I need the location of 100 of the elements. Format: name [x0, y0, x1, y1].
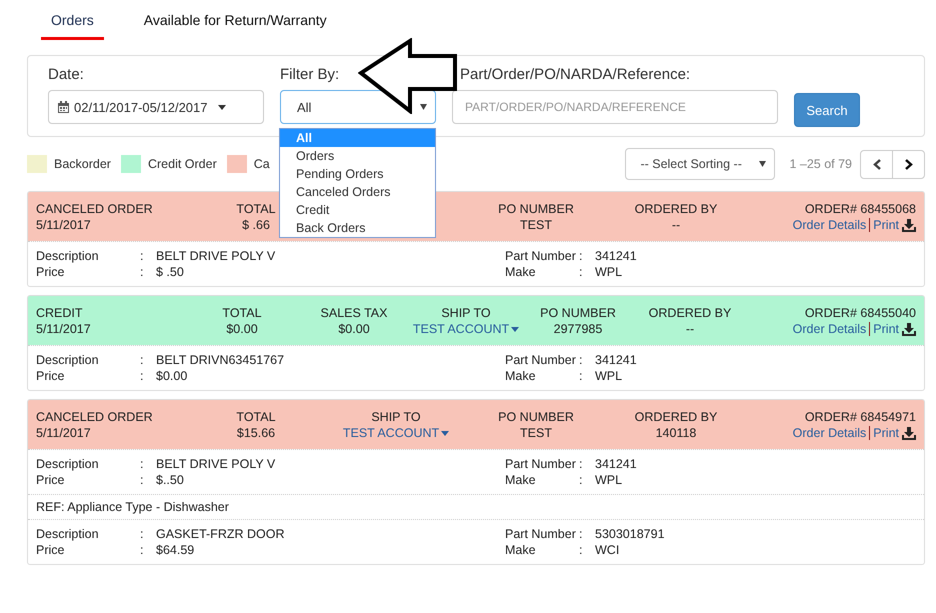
field-separator: : [579, 352, 584, 368]
field-separator: : [140, 542, 144, 558]
reference-input[interactable]: PART/ORDER/PO/NARDA/REFERENCE [452, 90, 778, 124]
order-status: CREDIT [36, 305, 84, 321]
field-separator: : [579, 248, 584, 264]
field-value: $0.00 [156, 368, 188, 384]
field-separator: : [579, 368, 584, 384]
column-label: TOTAL [222, 305, 262, 321]
chevron-left-icon [872, 158, 880, 170]
tab[interactable]: Available for Return/Warranty [134, 12, 337, 40]
order-date: 5/11/2017 [36, 425, 92, 441]
order-details-link[interactable]: Order Details [792, 425, 866, 441]
column-label: TOTAL [236, 201, 276, 217]
print-link[interactable]: Print [873, 217, 899, 233]
field-value: BELT DRIVN63451767 [156, 352, 286, 368]
order-details-link[interactable]: Order Details [792, 217, 866, 233]
field-separator: : [579, 264, 584, 280]
field-label: Part Number [505, 248, 577, 264]
field-label: Description [36, 248, 100, 264]
column-label: SALES TAX [320, 305, 388, 321]
column-value: 140118 [656, 425, 696, 441]
field-value: WPL [595, 264, 624, 280]
field-label: Description [36, 456, 100, 472]
column-label: SHIP TO [371, 409, 421, 425]
ship-to-link[interactable]: TEST ACCOUNT [342, 425, 450, 441]
column-value: -- [686, 321, 694, 337]
column-value: TEST [520, 425, 552, 441]
caret-icon [218, 104, 226, 110]
caret-icon [420, 104, 427, 110]
column-label: ORDERED BY [648, 305, 732, 321]
field-label: Make [505, 542, 537, 558]
chevron-right-icon [904, 158, 912, 170]
field-value: $ .50 [156, 264, 185, 280]
field-label: Part Number [505, 526, 577, 542]
order-date: 5/11/2017 [36, 321, 92, 337]
order-number: ORDER# 68455040 [804, 305, 916, 321]
date-range-picker[interactable]: 02/11/2017-05/12/2017 [48, 90, 264, 124]
next-button[interactable] [892, 150, 925, 178]
field-label: Make [505, 368, 537, 384]
previous-button[interactable] [860, 150, 893, 178]
field-separator: : [140, 352, 144, 368]
field-value: WPL [595, 472, 624, 488]
field-label: Make [505, 472, 537, 488]
column-label: SHIP TO [441, 305, 491, 321]
order-details-link[interactable]: Order Details [792, 321, 866, 337]
field-label: Price [36, 264, 66, 280]
field-separator: : [579, 472, 584, 488]
column-value: $ .66 [242, 217, 270, 233]
field-value: $..50 [156, 472, 185, 488]
download-icon[interactable] [902, 218, 916, 232]
field-separator: : [579, 526, 584, 542]
sorting-select[interactable]: -- Select Sorting -- [625, 148, 776, 180]
reference-note: REF: Appliance Type - Dishwasher [28, 494, 924, 519]
caret-icon [759, 161, 766, 167]
field-label: Make [505, 264, 537, 280]
field-value: 5303018791 [595, 526, 666, 542]
print-link[interactable]: Print [873, 321, 899, 337]
field-value: 341241 [595, 456, 638, 472]
field-value: WPL [595, 368, 624, 384]
order-status: CANCELED ORDER [36, 409, 154, 425]
column-label: PO NUMBER [540, 305, 616, 321]
column-label: TOTAL [236, 409, 276, 425]
field-label: Price [36, 542, 66, 558]
download-icon[interactable] [902, 322, 916, 336]
column-value: $0.00 [338, 321, 370, 337]
filter-select[interactable]: All [280, 90, 436, 124]
filter-label: Filter By: [280, 66, 340, 83]
order-number: ORDER# 68455068 [804, 201, 916, 217]
field-value: 341241 [595, 352, 638, 368]
field-label: Description [36, 352, 100, 368]
field-value: GASKET-FRZR DOOR [156, 526, 286, 542]
field-separator: : [140, 526, 144, 542]
column-label: PO NUMBER [498, 201, 574, 217]
field-separator: : [140, 472, 144, 488]
column-value: 2977985 [554, 321, 602, 337]
field-value: BELT DRIVE POLY V [156, 248, 276, 264]
order-date: 5/11/2017 [36, 217, 92, 233]
field-label: Price [36, 368, 66, 384]
field-separator: : [140, 264, 144, 280]
field-label: Description [36, 526, 100, 542]
field-value: 341241 [595, 248, 638, 264]
field-label: Part Number [505, 456, 577, 472]
caret-icon [441, 430, 450, 436]
legend-label: Credit Order [148, 157, 217, 171]
print-link[interactable]: Print [873, 425, 899, 441]
field-value: BELT DRIVE POLY V [156, 456, 276, 472]
field-value: $64.59 [156, 542, 196, 558]
column-value: $0.00 [226, 321, 258, 337]
date-label: Date: [48, 66, 85, 83]
column-label: ORDERED BY [634, 201, 718, 217]
tab[interactable]: Orders [41, 12, 104, 40]
column-value: $15.66 [236, 425, 276, 441]
field-separator: : [140, 368, 144, 384]
field-separator: : [140, 456, 144, 472]
field-label: Price [36, 472, 66, 488]
field-separator: : [140, 248, 144, 264]
field-label: Part Number [505, 352, 577, 368]
download-icon[interactable] [902, 426, 916, 440]
ship-to-link[interactable]: TEST ACCOUNT [412, 321, 520, 337]
search-button[interactable]: Search [794, 93, 860, 127]
